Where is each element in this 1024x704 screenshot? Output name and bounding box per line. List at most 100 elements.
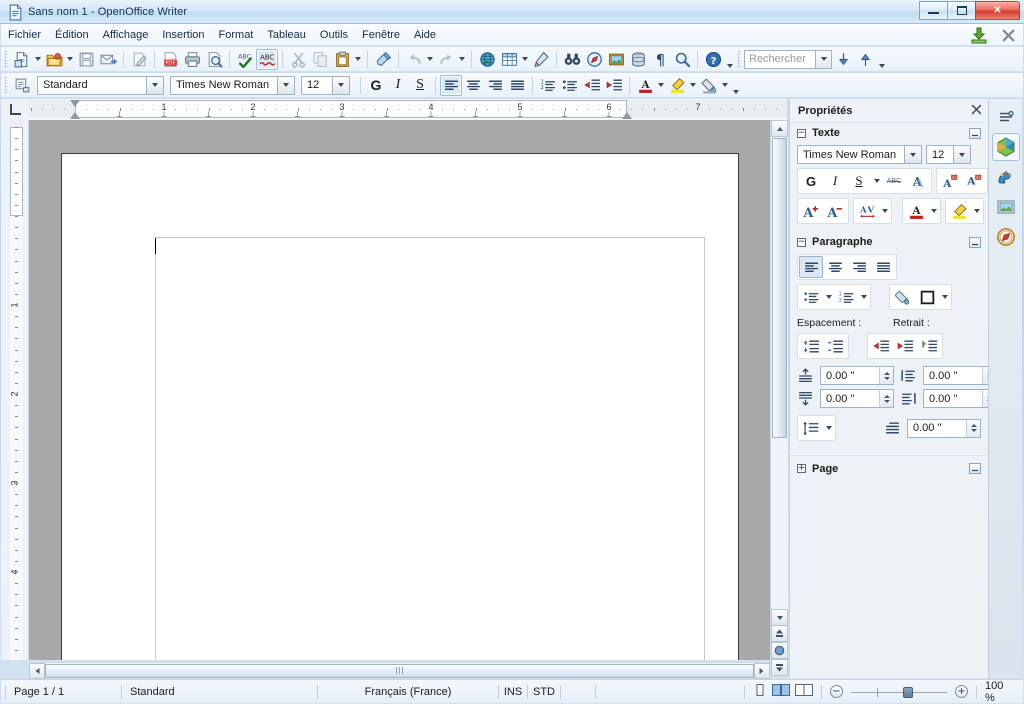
search-dropdown-button[interactable] (816, 50, 832, 69)
background-color-dropdown[interactable] (720, 75, 730, 96)
book-view-icon[interactable] (795, 684, 813, 699)
ordered-list-button[interactable]: 1 2 (537, 75, 559, 96)
sidebar-shadow-button[interactable]: A A (906, 170, 930, 192)
scroll-up-button[interactable] (771, 120, 788, 137)
font-size-value[interactable]: 12 (301, 76, 333, 95)
first-line-indent-stepper[interactable] (966, 420, 980, 437)
superscript-button[interactable]: A (938, 170, 962, 192)
sidebar-tab-gallery[interactable] (992, 193, 1020, 221)
document-canvas[interactable] (29, 120, 787, 660)
vertical-ruler-scale[interactable]: 1234 (10, 120, 23, 660)
formatting-toolbar-overflow[interactable] (730, 75, 742, 96)
apply-style-button[interactable] (11, 75, 33, 96)
insert-table-button[interactable] (498, 49, 520, 70)
highlighting-dropdown[interactable] (688, 75, 698, 96)
decrease-paragraph-spacing-button[interactable] (823, 335, 847, 357)
search-input[interactable]: Rechercher (744, 50, 816, 69)
ruler-tab-stop[interactable]: ⊥ (517, 111, 524, 119)
status-insert-mode[interactable]: INS (499, 684, 527, 700)
show-draw-functions-button[interactable] (530, 49, 552, 70)
export-pdf-button[interactable]: PDF (159, 49, 181, 70)
previous-page-button[interactable] (771, 625, 788, 642)
new-document-dropdown[interactable] (33, 49, 43, 70)
save-button[interactable] (75, 49, 97, 70)
character-spacing-button[interactable]: A V (855, 200, 879, 222)
indent-after-value[interactable]: 0.00 " (924, 393, 982, 405)
multi-page-icon[interactable] (772, 684, 790, 699)
font-name-dropdown[interactable] (278, 76, 295, 95)
align-left-button[interactable] (440, 75, 462, 96)
sidebar-settings-button[interactable] (992, 103, 1020, 131)
ruler-tab-stop[interactable]: ⊥ (428, 111, 435, 119)
status-page-style[interactable]: Standard (122, 684, 317, 700)
sidebar-font-name-dropdown[interactable] (905, 145, 922, 164)
data-sources-button[interactable] (627, 49, 649, 70)
italic-button[interactable]: I (387, 75, 409, 96)
sidebar-font-name-value[interactable]: Times New Roman (797, 145, 905, 164)
print-preview-button[interactable] (203, 49, 225, 70)
page-more-options-button[interactable] (969, 463, 981, 474)
spacing-below-value[interactable]: 0.00 " (821, 393, 879, 405)
ruler-text-area[interactable] (75, 100, 627, 118)
first-line-indent-field[interactable]: 0.00 " (907, 419, 981, 438)
menu-fenetre[interactable]: Fenêtre (355, 27, 407, 43)
sidebar-font-color-button[interactable]: A (904, 200, 928, 222)
horizontal-scrollbar[interactable] (29, 662, 770, 678)
increase-indent-button[interactable] (603, 75, 625, 96)
sidebar-decrease-indent-button[interactable] (893, 335, 917, 357)
close-button[interactable]: ✕ (975, 1, 1020, 20)
search-toolbar-overflow[interactable] (876, 49, 888, 70)
zoom-button[interactable] (671, 49, 693, 70)
menu-insertion[interactable]: Insertion (155, 27, 211, 43)
indent-before-text-field[interactable]: 0.00 " (923, 366, 997, 385)
paragraph-borders-button[interactable] (915, 286, 939, 308)
line-spacing-button[interactable] (799, 417, 823, 439)
highlighting-button[interactable] (666, 75, 688, 96)
status-selection-mode[interactable]: STD (528, 684, 560, 700)
vertical-scroll-thumb[interactable] (772, 138, 787, 438)
spacing-above-value[interactable]: 0.00 " (821, 370, 879, 382)
font-size-dropdown[interactable] (333, 76, 350, 95)
vertical-ruler[interactable]: 1234 (1, 120, 29, 660)
font-name-combo[interactable]: Times New Roman (170, 76, 295, 95)
open-document-dropdown[interactable] (65, 49, 75, 70)
background-color-button[interactable] (698, 75, 720, 96)
print-button[interactable] (181, 49, 203, 70)
paragraph-style-value[interactable]: Standard (37, 76, 147, 95)
horizontal-scroll-thumb[interactable] (45, 664, 754, 678)
gallery-button[interactable] (605, 49, 627, 70)
document-page[interactable] (61, 153, 739, 660)
find-replace-button[interactable] (561, 49, 583, 70)
navigation-button[interactable] (771, 642, 788, 659)
bullet-list-dropdown[interactable] (823, 286, 834, 308)
character-spacing-dropdown[interactable] (879, 200, 890, 222)
font-size-combo[interactable]: 12 (301, 76, 350, 95)
status-digital-signature[interactable] (561, 684, 595, 700)
horizontal-ruler-scale[interactable]: 1234567⊥⊥⊥⊥⊥⊥⊥⊥⊥⊥⊥⊥ (29, 99, 787, 120)
unordered-list-button[interactable] (559, 75, 581, 96)
align-justified-button[interactable] (506, 75, 528, 96)
menu-outils[interactable]: Outils (313, 27, 355, 43)
toolbar-grip[interactable] (737, 50, 741, 68)
zoom-in-button[interactable]: + (955, 685, 968, 698)
subscript-button[interactable]: A (962, 170, 986, 192)
decrease-font-size-button[interactable]: A (823, 200, 847, 222)
menu-edition[interactable]: Édition (48, 27, 96, 43)
paragraph-borders-dropdown[interactable] (939, 286, 950, 308)
collapse-text-icon[interactable]: − (797, 129, 806, 138)
first-line-indent-value[interactable]: 0.00 " (908, 422, 966, 434)
undo-button[interactable] (403, 49, 425, 70)
vertical-scrollbar[interactable] (770, 120, 787, 660)
sidebar-bullet-list-button[interactable] (799, 286, 823, 308)
sidebar-italic-button[interactable]: I (823, 170, 847, 192)
redo-dropdown[interactable] (457, 49, 467, 70)
horizontal-ruler[interactable]: 1234567⊥⊥⊥⊥⊥⊥⊥⊥⊥⊥⊥⊥ (1, 99, 787, 120)
ruler-tab-stop[interactable]: ⊥ (294, 111, 301, 119)
zoom-slider[interactable] (847, 685, 951, 699)
bold-button[interactable]: G (365, 75, 387, 96)
close-document-icon[interactable] (1000, 27, 1017, 44)
undo-dropdown[interactable] (425, 49, 435, 70)
sidebar-highlight-dropdown[interactable] (971, 200, 982, 222)
ruler-tab-stop[interactable]: ⊥ (339, 111, 346, 119)
paragraph-style-dropdown[interactable] (147, 76, 164, 95)
